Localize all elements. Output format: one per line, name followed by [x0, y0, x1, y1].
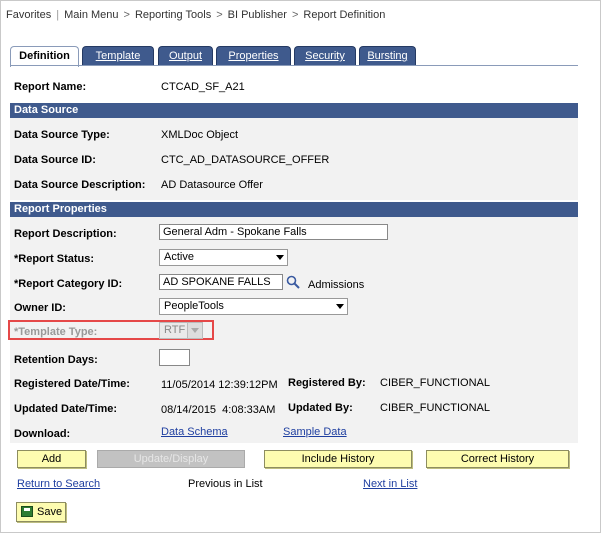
template-type-label: *Template Type: — [14, 326, 98, 338]
previous-in-list-text: Previous in List — [188, 478, 263, 490]
report-category-description: Admissions — [308, 279, 365, 291]
chevron-right-icon: > — [291, 9, 299, 21]
report-status-select[interactable]: Active — [159, 249, 288, 266]
updated-datetime-value: 08/14/2015 4:08:33AM — [161, 404, 276, 416]
retention-days-input[interactable] — [159, 349, 190, 366]
retention-days-label: Retention Days: — [14, 354, 98, 366]
chevron-down-icon — [276, 255, 284, 260]
tab-bursting[interactable]: Bursting — [359, 46, 416, 66]
search-icon[interactable] — [286, 275, 300, 289]
data-source-id-value: CTC_AD_DATASOURCE_OFFER — [161, 154, 330, 166]
chevron-down-icon — [191, 328, 199, 333]
include-history-button[interactable]: Include History — [264, 450, 412, 468]
tab-output[interactable]: Output — [158, 46, 213, 66]
owner-id-select[interactable]: PeopleTools — [159, 298, 348, 315]
next-in-list-link[interactable]: Next in List — [363, 478, 417, 490]
registered-by-value: CIBER_FUNCTIONAL — [380, 377, 491, 389]
report-name-value: CTCAD_SF_A21 — [161, 81, 245, 93]
data-source-heading: Data Source — [10, 103, 578, 118]
data-schema-link[interactable]: Data Schema — [161, 426, 228, 438]
breadcrumb-separator: | — [56, 9, 60, 21]
sample-data-link[interactable]: Sample Data — [283, 426, 347, 438]
breadcrumb-favorites[interactable]: Favorites — [6, 9, 51, 21]
template-type-select: RTF — [159, 322, 203, 339]
tab-definition[interactable]: Definition — [10, 46, 79, 67]
report-description-input[interactable] — [159, 224, 388, 240]
save-button[interactable]: Save — [16, 502, 66, 522]
report-category-label: *Report Category ID: — [14, 278, 123, 290]
report-name-label: Report Name: — [14, 81, 87, 93]
owner-id-value: PeopleTools — [164, 300, 224, 312]
template-type-value: RTF — [164, 324, 186, 336]
download-label: Download: — [14, 428, 71, 440]
tab-properties[interactable]: Properties — [216, 46, 291, 66]
tab-template[interactable]: Template — [82, 46, 154, 66]
updated-datetime-label: Updated Date/Time: — [14, 403, 118, 415]
chevron-down-icon — [336, 304, 344, 309]
add-button[interactable]: Add — [17, 450, 86, 468]
chevron-right-icon: > — [216, 9, 223, 21]
data-source-id-label: Data Source ID: — [14, 154, 96, 166]
update-display-button: Update/Display — [97, 450, 245, 468]
owner-id-label: Owner ID: — [14, 302, 66, 314]
data-source-type-label: Data Source Type: — [14, 129, 110, 141]
report-status-value: Active — [164, 251, 194, 263]
registered-datetime-label: Registered Date/Time: — [14, 378, 130, 390]
breadcrumb-bi-publisher[interactable]: BI Publisher — [228, 9, 287, 21]
breadcrumb-main-menu[interactable]: Main Menu — [64, 9, 118, 21]
registered-by-label: Registered By: — [288, 377, 366, 389]
save-button-label: Save — [37, 506, 63, 518]
data-source-description-value: AD Datasource Offer — [161, 179, 263, 191]
return-to-search-link[interactable]: Return to Search — [17, 478, 100, 490]
report-properties-heading: Report Properties — [10, 202, 578, 217]
registered-datetime-value: 11/05/2014 12:39:12PM — [161, 379, 278, 391]
updated-by-value: CIBER_FUNCTIONAL — [380, 402, 491, 414]
report-category-input[interactable] — [159, 274, 283, 290]
breadcrumb: Favorites | Main Menu > Reporting Tools > BI P… — [6, 0, 385, 30]
breadcrumb-reporting-tools[interactable]: Reporting Tools — [135, 9, 211, 21]
report-description-label: Report Description: — [14, 228, 117, 240]
tab-security[interactable]: Security — [294, 46, 356, 66]
data-source-type-value: XMLDoc Object — [161, 129, 239, 141]
breadcrumb-report-definition[interactable]: Report Definition — [303, 9, 385, 21]
updated-by-label: Updated By: — [288, 402, 353, 414]
data-source-description-label: Data Source Description: — [14, 179, 146, 191]
report-status-label: *Report Status: — [14, 253, 95, 265]
correct-history-button[interactable]: Correct History — [426, 450, 569, 468]
tab-underline — [10, 65, 578, 66]
save-icon — [21, 506, 33, 517]
chevron-right-icon: > — [123, 9, 130, 21]
